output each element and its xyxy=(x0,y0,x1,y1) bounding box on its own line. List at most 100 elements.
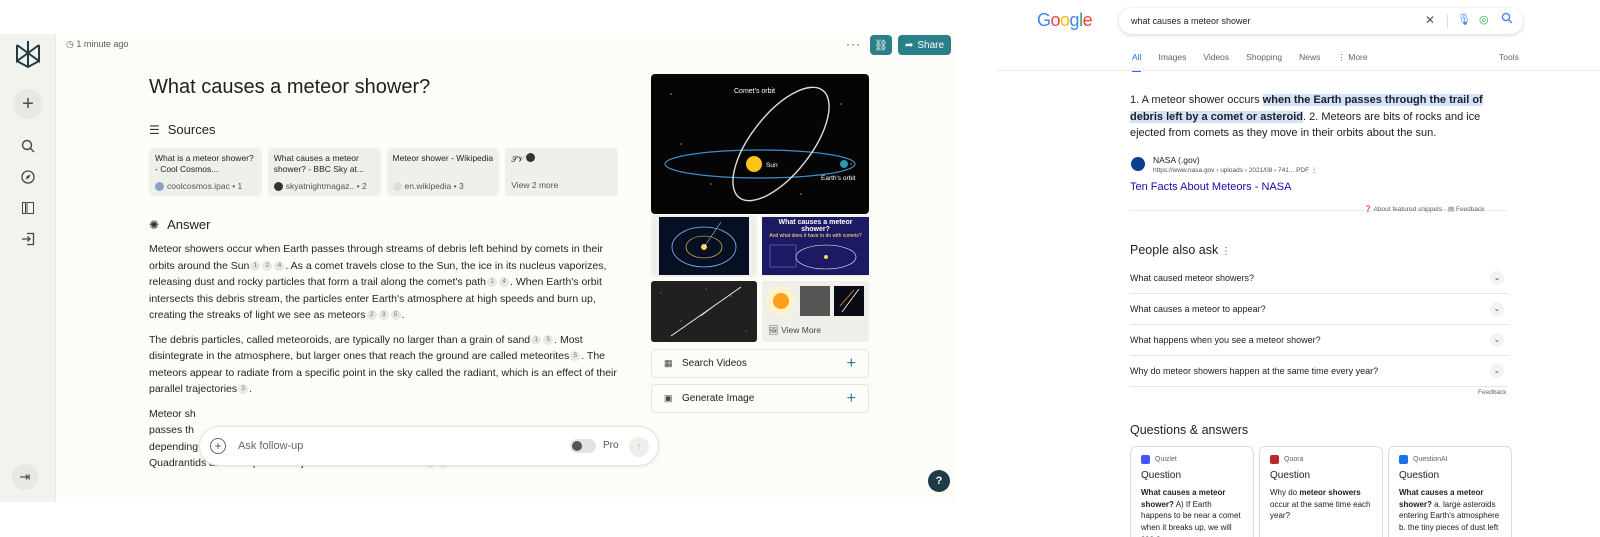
search-icon[interactable] xyxy=(12,130,44,162)
time-ago: ◷ 1 minute ago xyxy=(66,39,129,49)
google-search-box: ✕ 🎙 ◎ xyxy=(1119,8,1523,34)
follow-up-bar: + Pro ↑ xyxy=(199,426,659,466)
add-plus-icon: + xyxy=(846,390,856,407)
thread-header: ◷ 1 minute ago ··· ⛓ ➦ Share xyxy=(56,34,956,56)
wikipedia-favicon-icon xyxy=(392,181,402,191)
sources-list-icon: ☰ xyxy=(149,122,160,137)
help-button[interactable]: ? xyxy=(928,470,950,492)
tab-news[interactable]: News xyxy=(1299,52,1320,72)
answer-heading: ✺ Answer xyxy=(149,217,211,232)
qa-card-quizlet[interactable]: Quizlet Question What causes a meteor sh… xyxy=(1130,446,1254,537)
help-circle-icon: ❓ xyxy=(1364,206,1374,213)
view-more-images-tile[interactable]: 🖼 View More xyxy=(762,281,869,342)
more-vert-icon[interactable]: ⋮ xyxy=(1309,167,1318,174)
quizlet-favicon-icon xyxy=(1141,455,1150,464)
earth-orbit-label: Earth's orbit xyxy=(821,175,856,182)
qa-card-questionai[interactable]: QuestionAI Question What causes a meteor… xyxy=(1388,446,1512,537)
citation[interactable]: 1 xyxy=(250,260,261,271)
citation[interactable]: 5 xyxy=(543,334,554,345)
clear-x-icon[interactable]: ✕ xyxy=(1425,13,1435,27)
expand-sidebar-icon[interactable]: ⇥ xyxy=(12,464,38,490)
new-thread-plus-icon[interactable]: + xyxy=(13,89,43,119)
tab-shopping[interactable]: Shopping xyxy=(1246,52,1282,72)
citation[interactable]: 1 xyxy=(531,334,542,345)
source-favicon-icon: 𝒮𝒱 xyxy=(511,155,527,164)
view-more-sources-card[interactable]: 𝒮𝒱 View 2 more xyxy=(505,148,618,196)
featured-snippet: 1. A meteor shower occurs when the Earth… xyxy=(1130,94,1483,139)
paa-question[interactable]: What causes a meteor to appear? ⌄ xyxy=(1130,294,1508,325)
quora-favicon-icon xyxy=(1270,455,1279,464)
google-results: Google ✕ 🎙 ◎ All Images Videos Shopping … xyxy=(997,0,1600,537)
chevron-down-icon: ⌄ xyxy=(1490,302,1504,316)
follow-up-input[interactable] xyxy=(238,438,538,454)
paa-question[interactable]: What caused meteor showers? ⌄ xyxy=(1130,263,1508,294)
pro-label: Pro xyxy=(603,440,619,451)
search-icon[interactable] xyxy=(1501,12,1513,27)
skyatnight-favicon-icon xyxy=(273,181,283,191)
send-arrow-icon[interactable]: ↑ xyxy=(629,437,649,457)
generate-image-button[interactable]: ▣ Generate Image + xyxy=(651,384,869,413)
microphone-icon[interactable]: 🎙 xyxy=(1457,13,1471,26)
paa-question[interactable]: What happens when you see a meteor showe… xyxy=(1130,325,1508,356)
nasa-favicon-icon xyxy=(1131,157,1145,171)
google-logo[interactable]: Google xyxy=(1037,10,1093,31)
paa-question[interactable]: Why do meteor showers happen at the same… xyxy=(1130,356,1508,387)
discover-compass-icon[interactable] xyxy=(12,161,44,193)
pro-badge-icon: ▣ xyxy=(664,393,673,403)
lens-camera-icon[interactable]: ◎ xyxy=(1479,13,1489,26)
image-thumbnail-1[interactable] xyxy=(651,215,757,277)
clock-icon: ◷ xyxy=(66,39,77,49)
result-title-link[interactable]: Ten Facts About Meteors - NASA xyxy=(1130,181,1291,193)
tools-button[interactable]: Tools xyxy=(1499,52,1519,62)
people-also-ask-heading: People also ask ⋮ xyxy=(1130,243,1232,257)
image-thumbnail-2[interactable]: What causes a meteor shower? And what do… xyxy=(762,215,869,277)
tab-images[interactable]: Images xyxy=(1158,52,1186,72)
pro-toggle[interactable] xyxy=(570,439,596,453)
orbit-diagram-image[interactable]: Comet's orbit Sun Earth's orbit xyxy=(651,74,869,214)
more-vert-icon[interactable]: ⋮ xyxy=(1218,246,1231,257)
sign-in-icon[interactable] xyxy=(12,223,44,255)
about-snippets: ❓ About featured snippets · ▤ Feedback xyxy=(1364,206,1485,213)
more-dots-icon: ⋮ xyxy=(1337,52,1349,62)
citation[interactable]: 4 xyxy=(274,260,285,271)
meteor-sky-photo[interactable] xyxy=(651,281,757,342)
image-icon: 🖼 xyxy=(768,325,782,335)
search-videos-button[interactable]: ▦ Search Videos + xyxy=(651,349,869,378)
sources-row: What is a meteor shower? - Cool Cosmos..… xyxy=(149,148,618,196)
copy-link-button[interactable]: ⛓ xyxy=(870,35,892,55)
qa-card-quora[interactable]: Quora Question Why do meteor showers occ… xyxy=(1259,446,1383,537)
feedback-icon: ▤ xyxy=(1448,206,1456,213)
add-plus-icon: + xyxy=(846,355,856,372)
citation[interactable]: 3 xyxy=(238,384,249,394)
library-icon[interactable] xyxy=(12,192,44,224)
tab-videos[interactable]: Videos xyxy=(1203,52,1229,72)
sources-heading: ☰ Sources xyxy=(149,122,216,137)
source-card-2[interactable]: What causes a meteor shower? - BBC Sky a… xyxy=(267,148,381,196)
citation[interactable]: 1 xyxy=(487,277,498,287)
chevron-down-icon: ⌄ xyxy=(1490,271,1504,285)
link-icon: ⛓ xyxy=(874,39,888,52)
citation[interactable]: 3 xyxy=(378,310,389,320)
perplexity-logo-icon[interactable] xyxy=(12,38,44,70)
question-title: What causes a meteor shower? xyxy=(149,76,431,98)
tab-more[interactable]: ⋮ More xyxy=(1337,52,1367,72)
search-input[interactable] xyxy=(1131,14,1411,28)
share-arrow-icon: ➦ xyxy=(904,39,914,51)
answer-paragraph-2: The debris particles, called meteoroids,… xyxy=(149,333,617,396)
citation[interactable]: 5 xyxy=(570,351,581,361)
citation[interactable]: 2 xyxy=(262,260,273,271)
share-button[interactable]: ➦ Share xyxy=(898,35,951,55)
more-options-icon[interactable]: ··· xyxy=(846,37,861,51)
citation[interactable]: 4 xyxy=(499,277,510,287)
tab-all[interactable]: All xyxy=(1132,52,1142,72)
questions-answers-heading: Questions & answers xyxy=(1130,423,1249,437)
source-card-1[interactable]: What is a meteor shower? - Cool Cosmos..… xyxy=(149,148,262,196)
answer-sparkle-icon: ✺ xyxy=(149,217,160,232)
left-rail: + ⇥ xyxy=(0,34,56,502)
citation[interactable]: 5 xyxy=(390,310,401,320)
citation[interactable]: 2 xyxy=(366,310,377,320)
source-card-3[interactable]: Meteor shower - Wikipedia en.wikipedia •… xyxy=(386,148,500,196)
paa-feedback-link[interactable]: Feedback xyxy=(1478,389,1507,396)
attach-plus-icon[interactable]: + xyxy=(210,438,226,454)
source-site-name: NASA (.gov) xyxy=(1153,155,1200,165)
